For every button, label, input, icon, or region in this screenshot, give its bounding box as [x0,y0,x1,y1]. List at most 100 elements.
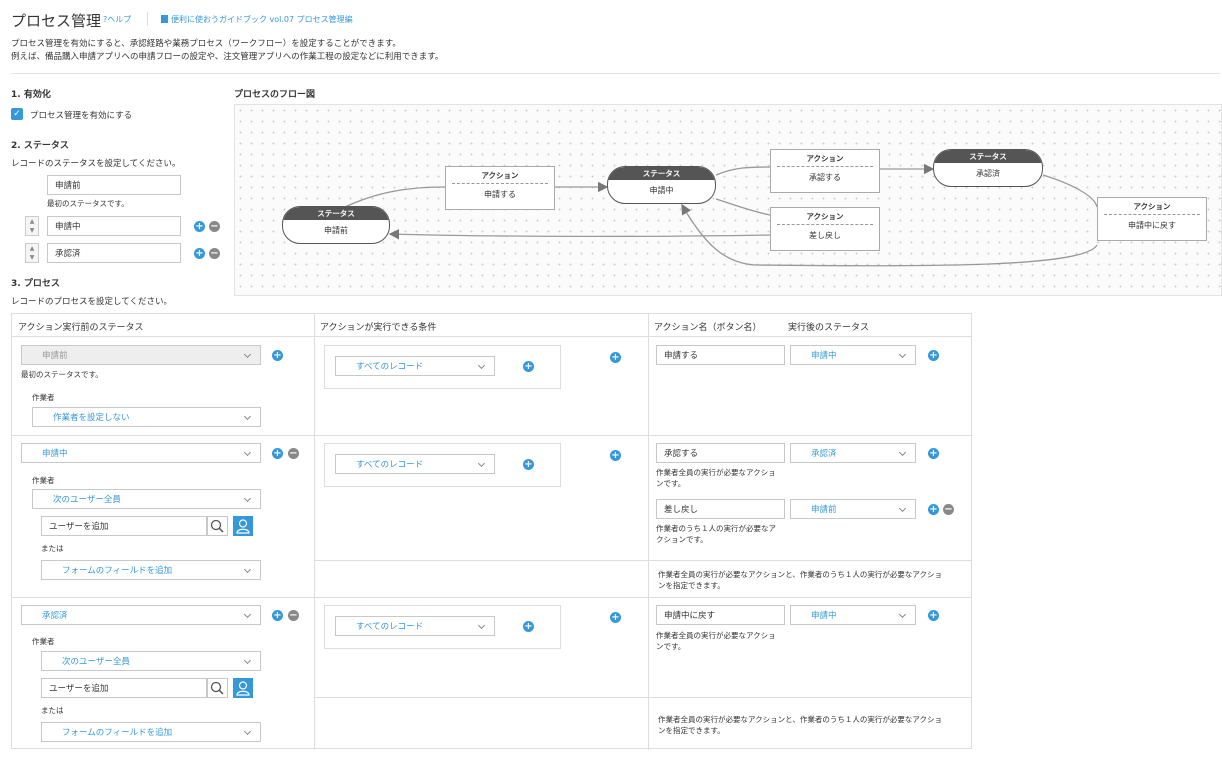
plus-icon[interactable]: + [928,350,939,361]
enable-checkbox-label[interactable]: プロセス管理を有効にする [30,109,132,121]
after-status-select[interactable]: 申請中 [790,605,916,625]
flow-status-name: 申請前 [324,226,348,235]
flow-action-name: 承認する [809,173,841,182]
condition-select[interactable]: すべてのレコード [335,356,495,376]
header-after-status: 実行後のステータス [788,323,870,333]
flow-status-name: 申請中 [649,186,674,195]
column-divider [314,314,315,750]
flow-action-node: アクション 差し戻し [770,207,880,251]
search-button[interactable] [207,678,228,698]
row-divider [12,435,971,436]
or-label: または [41,544,64,553]
status-first-note: 最初のステータスです。 [47,199,129,208]
status-first-input[interactable]: 申請前 [47,175,181,195]
action-name-input[interactable]: 申請する [656,345,785,365]
plus-icon[interactable]: + [194,248,205,259]
chevron-down-icon [243,610,252,619]
chevron-down-icon [477,361,486,370]
header-condition: アクションが実行できる条件 [320,323,437,333]
header-before-status: アクション実行前のステータス [18,323,144,333]
or-label: または [41,706,64,715]
flow-action-name: 差し戻し [809,231,841,240]
user-picker-button[interactable] [233,678,253,698]
chevron-down-icon [898,448,907,457]
flow-action-node: アクション 申請中に戻す [1097,197,1207,241]
minus-icon[interactable]: − [288,448,299,459]
after-status-select[interactable]: 承認済 [790,443,916,463]
flow-status-header: ステータス [608,167,715,180]
minus-icon[interactable]: − [288,610,299,621]
enable-heading: 1. 有効化 [11,90,51,100]
description-line-1: プロセス管理を有効にすると、承認経路や業務プロセス（ワークフロー）を設定すること… [11,39,401,49]
flow-action-header: アクション [777,150,873,167]
enable-checkbox[interactable]: ✓ [11,108,23,120]
footer-note: 作業者全員の実行が必要なアクションと、作業者のうち１人の実行が必要なアクショ [658,570,942,579]
assignee-select[interactable]: 次のユーザー全員 [41,651,261,671]
user-picker-button[interactable] [233,516,253,536]
after-status-select[interactable]: 申請前 [790,499,916,519]
page-title: プロセス管理 [11,12,102,30]
plus-icon[interactable]: + [272,448,283,459]
condition-select[interactable]: すべてのレコード [335,454,495,474]
chevron-down-icon [477,459,486,468]
reorder-icon[interactable]: ▲ ▼ [25,216,39,236]
flow-action-header: アクション [777,208,873,225]
plus-icon[interactable]: + [272,350,283,361]
search-button[interactable] [207,516,228,536]
status-input-3[interactable]: 承認済 [47,243,181,263]
divider [11,73,1220,74]
footer-note: ンを指定できます。 [658,581,725,590]
header-action-name: アクション名（ボタン名） [654,323,762,333]
assignee-select[interactable]: 作業者を設定しない [32,407,261,427]
flow-status-node: ステータス 申請中 [607,166,716,204]
row-divider [314,697,971,698]
condition-select[interactable]: すべてのレコード [335,616,495,636]
assignee-label: 作業者 [32,393,55,402]
flow-action-node: アクション 申請する [445,166,555,210]
user-search-input[interactable]: ユーザーを追加 [41,516,207,536]
flow-action-header: アクション [1104,198,1200,215]
help-link[interactable]: ?ヘルプ [103,14,131,25]
minus-icon[interactable]: − [209,221,220,232]
plus-icon[interactable]: + [928,448,939,459]
plus-icon[interactable]: + [272,610,283,621]
guidebook-link[interactable]: 便利に使おうガイドブック vol.07 プロセス管理編 [161,14,353,25]
plus-icon[interactable]: + [523,459,534,470]
plus-icon[interactable]: + [610,450,621,461]
plus-icon[interactable]: + [194,221,205,232]
status-description: レコードのステータスを設定してください。 [11,159,181,169]
reorder-icon[interactable]: ▲ ▼ [25,243,39,263]
plus-icon[interactable]: + [523,621,534,632]
flow-status-node: ステータス 承認済 [933,149,1043,187]
plus-icon[interactable]: + [610,352,621,363]
flow-diagram: ステータス 申請前 ステータス 申請中 ステータス 承認済 アクション 申請する… [234,104,1222,296]
flow-action-node: アクション 承認する [770,149,880,193]
book-icon [161,15,168,23]
user-search-input[interactable]: ユーザーを追加 [41,678,207,698]
before-status-select[interactable]: 申請中 [21,443,261,463]
chevron-down-icon [898,504,907,513]
assignee-label: 作業者 [32,476,55,485]
plus-icon[interactable]: + [610,612,621,623]
user-icon [236,681,250,696]
plus-icon[interactable]: + [523,361,534,372]
action-name-input[interactable]: 差し戻し [656,499,785,519]
minus-icon[interactable]: − [943,504,954,515]
action-name-input[interactable]: 申請中に戻す [656,605,785,625]
footer-note: ンを指定できます。 [658,726,725,735]
field-add-select[interactable]: フォームのフィールドを追加 [41,560,261,580]
assignee-select[interactable]: 次のユーザー全員 [32,489,261,509]
before-status-select[interactable]: 承認済 [21,605,261,625]
flow-action-name: 申請する [484,190,516,199]
action-note: ンです。 [656,642,686,651]
plus-icon[interactable]: + [928,504,939,515]
action-name-input[interactable]: 承認する [656,443,785,463]
plus-icon[interactable]: + [928,610,939,621]
field-add-select[interactable]: フォームのフィールドを追加 [41,722,261,742]
action-note: クションです。 [656,535,708,544]
chevron-down-icon [243,656,252,665]
status-input-2[interactable]: 申請中 [47,216,181,236]
minus-icon[interactable]: − [209,248,220,259]
after-status-select[interactable]: 申請中 [790,345,916,365]
chevron-down-icon [898,610,907,619]
